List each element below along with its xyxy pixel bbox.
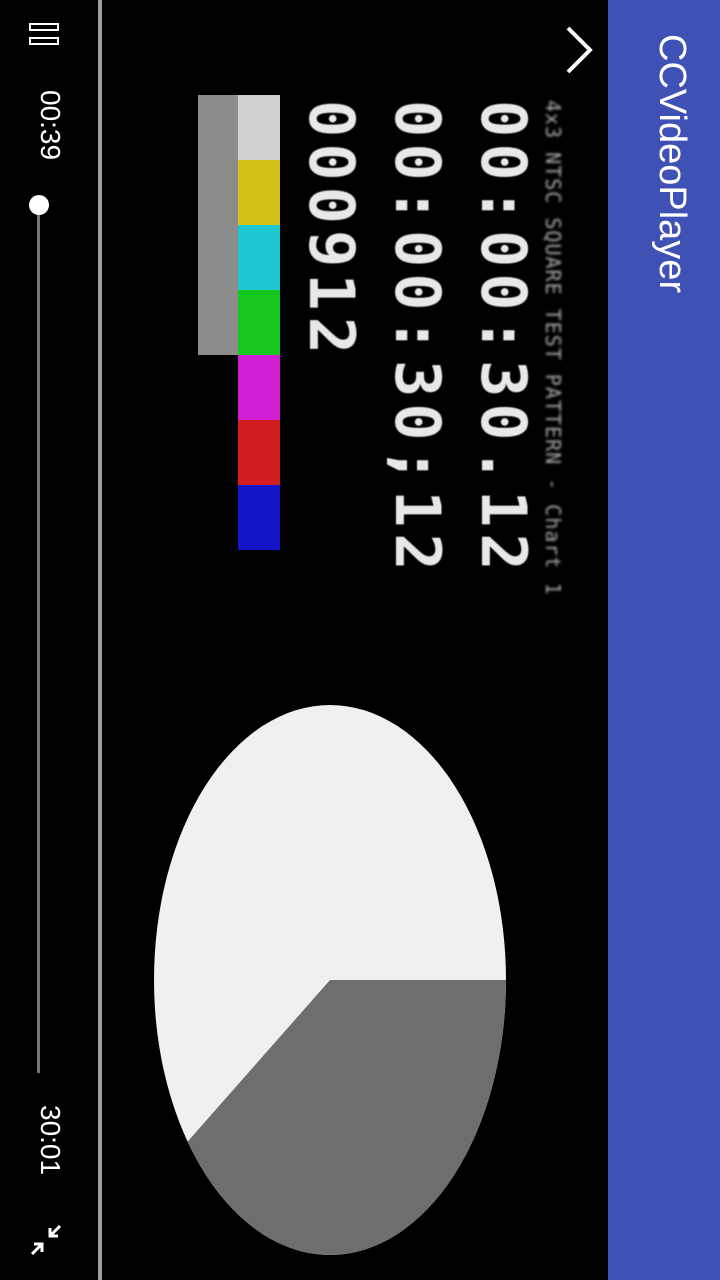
fullscreen-exit-icon: [30, 1224, 62, 1256]
back-button[interactable]: [536, 18, 600, 82]
total-time: 30:01: [35, 1105, 66, 1176]
app-title: CCVideoPlayer: [651, 34, 693, 294]
color-bar: [198, 160, 280, 225]
timecode-decimal: 00:00:30.12: [467, 100, 540, 577]
playback-controls: 00:39 30:01: [0, 0, 98, 1280]
chevron-up-icon: [566, 26, 593, 74]
color-bar: [198, 485, 280, 550]
color-bar: [198, 225, 280, 290]
video-bottom-divider: [98, 0, 102, 1280]
countdown-pie: [154, 705, 506, 1255]
pause-icon: [29, 23, 59, 45]
fullscreen-exit-button[interactable]: [28, 1222, 64, 1258]
app-bar: CCVideoPlayer: [608, 0, 720, 1280]
color-bar: [198, 95, 280, 160]
landscape-stage: CCVideoPlayer 4x3 NTSC SQUARE TEST PATTE…: [0, 0, 720, 1280]
pause-button[interactable]: [28, 22, 60, 48]
current-time: 00:39: [35, 90, 66, 161]
timecode-dropframe: 00:00:30;12: [381, 100, 454, 577]
seek-thumb[interactable]: [29, 195, 49, 215]
seek-bar[interactable]: [29, 195, 49, 1073]
color-bar: [198, 420, 280, 485]
frame-counter: 000912: [295, 100, 368, 360]
color-bar: [198, 290, 280, 355]
test-pattern-caption: 4x3 NTSC SQUARE TEST PATTERN - Chart 1: [541, 100, 565, 596]
color-bars: [198, 95, 280, 550]
color-bar: [198, 355, 280, 420]
